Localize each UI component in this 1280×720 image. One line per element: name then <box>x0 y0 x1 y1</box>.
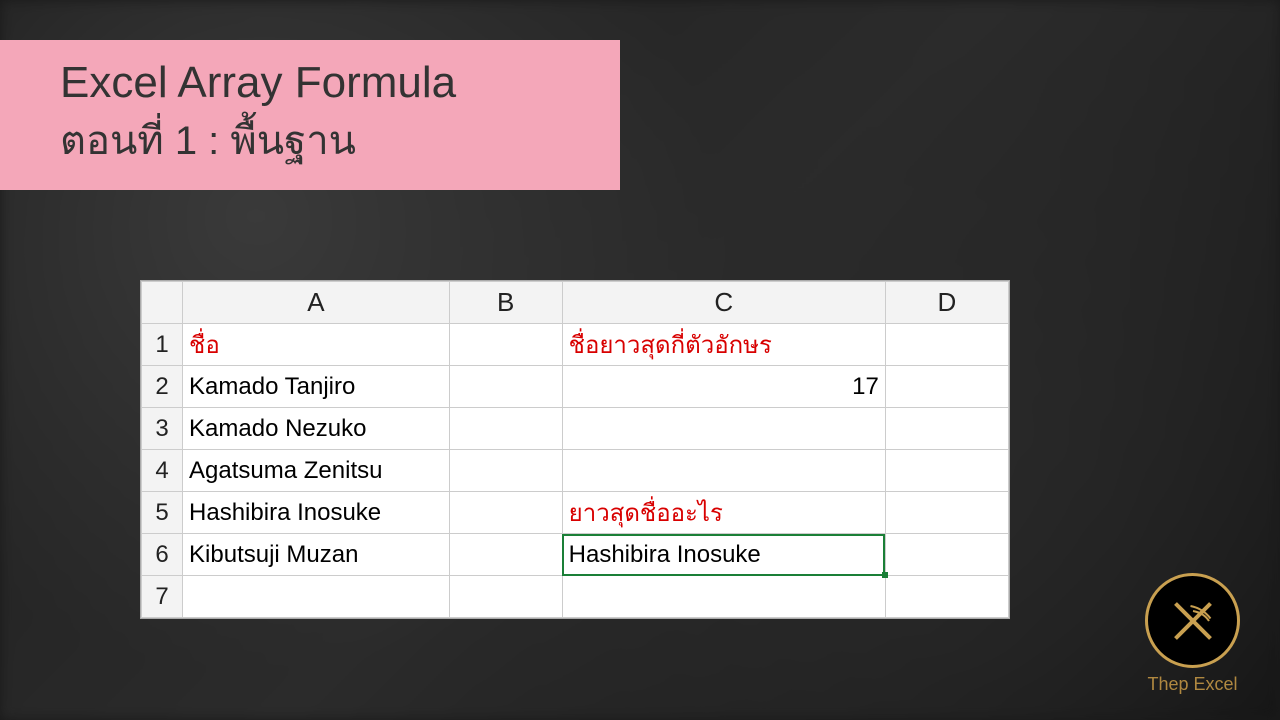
cell-C2[interactable]: 17 <box>562 366 885 408</box>
cell-A6[interactable]: Kibutsuji Muzan <box>183 534 450 576</box>
cell-C5[interactable]: ยาวสุดชื่ออะไร <box>562 492 885 534</box>
cell-A3[interactable]: Kamado Nezuko <box>183 408 450 450</box>
column-header-C[interactable]: C <box>562 282 885 324</box>
cell-D6[interactable] <box>885 534 1008 576</box>
cell-B5[interactable] <box>449 492 562 534</box>
cell-C4[interactable] <box>562 450 885 492</box>
brand-label: Thep Excel <box>1145 674 1240 695</box>
cell-C3[interactable] <box>562 408 885 450</box>
cell-D4[interactable] <box>885 450 1008 492</box>
row-header-2[interactable]: 2 <box>142 366 183 408</box>
row-header-5[interactable]: 5 <box>142 492 183 534</box>
cell-A1[interactable]: ชื่อ <box>183 324 450 366</box>
column-header-B[interactable]: B <box>449 282 562 324</box>
cell-A7[interactable] <box>183 576 450 618</box>
cell-C1[interactable]: ชื่อยาวสุดกี่ตัวอักษร <box>562 324 885 366</box>
cell-D7[interactable] <box>885 576 1008 618</box>
cell-A4[interactable]: Agatsuma Zenitsu <box>183 450 450 492</box>
row-header-6[interactable]: 6 <box>142 534 183 576</box>
cell-C6[interactable]: Hashibira Inosuke <box>562 534 885 576</box>
select-all-corner[interactable] <box>142 282 183 324</box>
cell-B2[interactable] <box>449 366 562 408</box>
branding: Thep Excel <box>1145 573 1240 695</box>
cell-A5[interactable]: Hashibira Inosuke <box>183 492 450 534</box>
row-header-3[interactable]: 3 <box>142 408 183 450</box>
column-header-A[interactable]: A <box>183 282 450 324</box>
row-header-1[interactable]: 1 <box>142 324 183 366</box>
cell-C7[interactable] <box>562 576 885 618</box>
column-header-D[interactable]: D <box>885 282 1008 324</box>
cell-A2[interactable]: Kamado Tanjiro <box>183 366 450 408</box>
title-line-1: Excel Array Formula <box>60 58 620 108</box>
cell-B3[interactable] <box>449 408 562 450</box>
brand-logo-icon <box>1145 573 1240 668</box>
cell-B4[interactable] <box>449 450 562 492</box>
spreadsheet-grid[interactable]: A B C D 1 ชื่อ ชื่อยาวสุดกี่ตัวอักษร 2 K… <box>140 280 1010 619</box>
row-header-7[interactable]: 7 <box>142 576 183 618</box>
title-banner: Excel Array Formula ตอนที่ 1 : พื้นฐาน <box>0 40 620 190</box>
cell-D5[interactable] <box>885 492 1008 534</box>
cell-D2[interactable] <box>885 366 1008 408</box>
cell-B6[interactable] <box>449 534 562 576</box>
cell-D3[interactable] <box>885 408 1008 450</box>
title-line-2: ตอนที่ 1 : พื้นฐาน <box>60 108 620 172</box>
cell-B1[interactable] <box>449 324 562 366</box>
cell-B7[interactable] <box>449 576 562 618</box>
row-header-4[interactable]: 4 <box>142 450 183 492</box>
cell-D1[interactable] <box>885 324 1008 366</box>
